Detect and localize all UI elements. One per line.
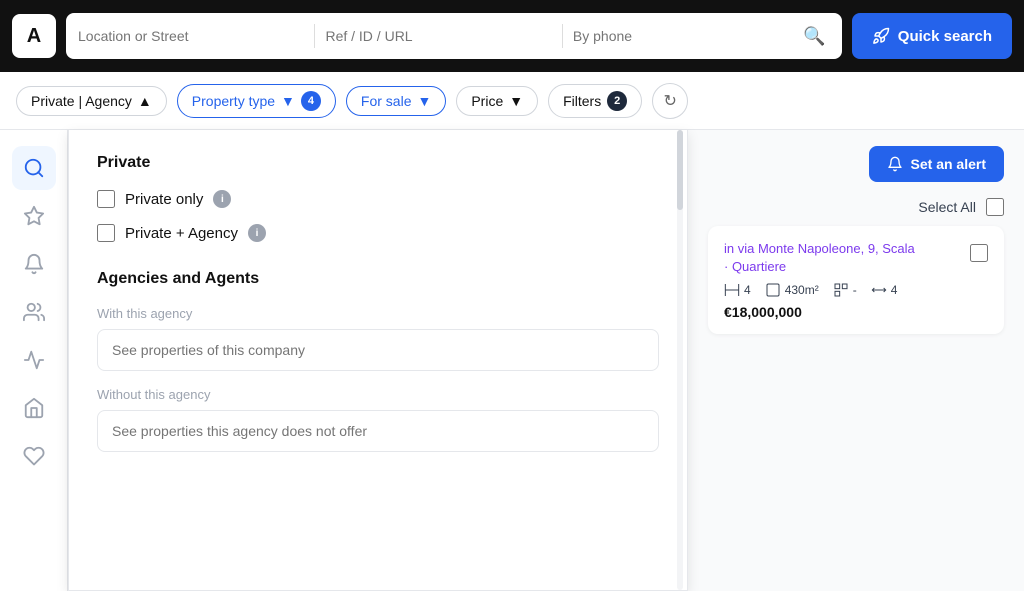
property-details: 4 430m² - 4 bbox=[724, 282, 958, 298]
sidebar-alerts[interactable] bbox=[12, 242, 56, 286]
for-sale-label: For sale bbox=[361, 93, 412, 109]
chevron-down-icon-3: ▼ bbox=[509, 93, 523, 109]
chevron-up-icon: ▲ bbox=[138, 93, 152, 109]
logo-text: A bbox=[27, 25, 41, 48]
private-plus-agency-label: Private + Agency bbox=[125, 225, 238, 242]
private-only-checkbox[interactable] bbox=[97, 190, 115, 208]
scrollbar-track bbox=[677, 130, 683, 590]
search-submit-button[interactable]: 🔍 bbox=[799, 22, 829, 51]
sidebar-deals[interactable] bbox=[12, 434, 56, 478]
without-agency-input[interactable] bbox=[97, 410, 659, 452]
ref-input[interactable] bbox=[325, 28, 551, 44]
filter-bar: Private | Agency ▲ Property type ▼ 4 For… bbox=[0, 72, 1024, 130]
private-plus-agency-checkbox[interactable] bbox=[97, 224, 115, 242]
chevron-down-icon-2: ▼ bbox=[417, 93, 431, 109]
beds-detail: 4 bbox=[724, 282, 751, 298]
rocket-icon bbox=[872, 27, 890, 45]
floors-detail: 4 bbox=[871, 282, 898, 298]
right-content: Set an alert Select All in via Monte Nap… bbox=[688, 130, 1024, 591]
with-agency-input[interactable] bbox=[97, 329, 659, 371]
property-type-badge: 4 bbox=[301, 91, 321, 111]
quick-search-button[interactable]: Quick search bbox=[852, 13, 1012, 59]
property-address: in via Monte Napoleone, 9, Scala · Quart… bbox=[724, 240, 958, 276]
set-alert-button[interactable]: Set an alert bbox=[869, 146, 1004, 182]
private-only-info-icon[interactable]: i bbox=[213, 190, 231, 208]
private-only-row: Private only i bbox=[97, 190, 659, 208]
rooms-detail: - bbox=[833, 282, 857, 298]
bell-alert-icon bbox=[887, 156, 903, 172]
property-card-content: in via Monte Napoleone, 9, Scala · Quart… bbox=[724, 240, 958, 320]
price-filter[interactable]: Price ▼ bbox=[456, 86, 538, 116]
property-card: in via Monte Napoleone, 9, Scala · Quart… bbox=[708, 226, 1004, 334]
location-input[interactable] bbox=[78, 28, 304, 44]
search-bar: 🔍 bbox=[66, 13, 842, 59]
with-agency-label: With this agency bbox=[97, 306, 659, 321]
select-all-checkbox[interactable] bbox=[986, 198, 1004, 216]
sidebar-users[interactable] bbox=[12, 290, 56, 334]
without-agency-label: Without this agency bbox=[97, 387, 659, 402]
dropdown-scroll-area: Private Private only i Private + Agency … bbox=[69, 130, 687, 492]
agencies-section-title: Agencies and Agents bbox=[97, 270, 659, 288]
search-divider bbox=[314, 24, 315, 48]
quick-search-label: Quick search bbox=[898, 28, 992, 45]
property-price: €18,000,000 bbox=[724, 304, 958, 320]
beds-count: 4 bbox=[744, 283, 751, 297]
select-all-row: Select All bbox=[688, 198, 1024, 226]
sidebar-analytics[interactable] bbox=[12, 338, 56, 382]
private-agency-dropdown: Private Private only i Private + Agency … bbox=[68, 130, 688, 591]
area-value: 430m² bbox=[785, 283, 819, 297]
sidebar-home[interactable] bbox=[12, 386, 56, 430]
private-plus-agency-info-icon[interactable]: i bbox=[248, 224, 266, 242]
set-alert-label: Set an alert bbox=[911, 156, 986, 172]
property-checkbox[interactable] bbox=[970, 244, 988, 262]
private-section-title: Private bbox=[97, 154, 659, 172]
right-header: Set an alert bbox=[688, 130, 1024, 198]
private-agency-label: Private | Agency bbox=[31, 93, 132, 109]
select-all-label: Select All bbox=[918, 199, 976, 215]
header: A 🔍 Quick search bbox=[0, 0, 1024, 72]
agencies-section: Agencies and Agents With this agency Wit… bbox=[97, 270, 659, 468]
search-divider-2 bbox=[562, 24, 563, 48]
property-type-label: Property type bbox=[192, 93, 275, 109]
main-area: Private Private only i Private + Agency … bbox=[0, 130, 1024, 591]
private-agency-filter[interactable]: Private | Agency ▲ bbox=[16, 86, 167, 116]
sidebar bbox=[0, 130, 68, 591]
private-plus-agency-row: Private + Agency i bbox=[97, 224, 659, 242]
filters-label: Filters bbox=[563, 93, 601, 109]
filters-button[interactable]: Filters 2 bbox=[548, 84, 642, 118]
sidebar-favorites[interactable] bbox=[12, 194, 56, 238]
chevron-down-icon: ▼ bbox=[281, 93, 295, 109]
filters-badge: 2 bbox=[607, 91, 627, 111]
logo: A bbox=[12, 14, 56, 58]
rooms-count: - bbox=[853, 283, 857, 297]
floors-count: 4 bbox=[891, 283, 898, 297]
phone-input[interactable] bbox=[573, 28, 799, 44]
private-only-label: Private only bbox=[125, 191, 203, 208]
area-detail: 430m² bbox=[765, 282, 819, 298]
reset-button[interactable]: ↻ bbox=[652, 83, 688, 119]
sidebar-search[interactable] bbox=[12, 146, 56, 190]
for-sale-filter[interactable]: For sale ▼ bbox=[346, 86, 446, 116]
property-type-filter[interactable]: Property type ▼ 4 bbox=[177, 84, 336, 118]
scrollbar-thumb[interactable] bbox=[677, 130, 683, 210]
price-label: Price bbox=[471, 93, 503, 109]
